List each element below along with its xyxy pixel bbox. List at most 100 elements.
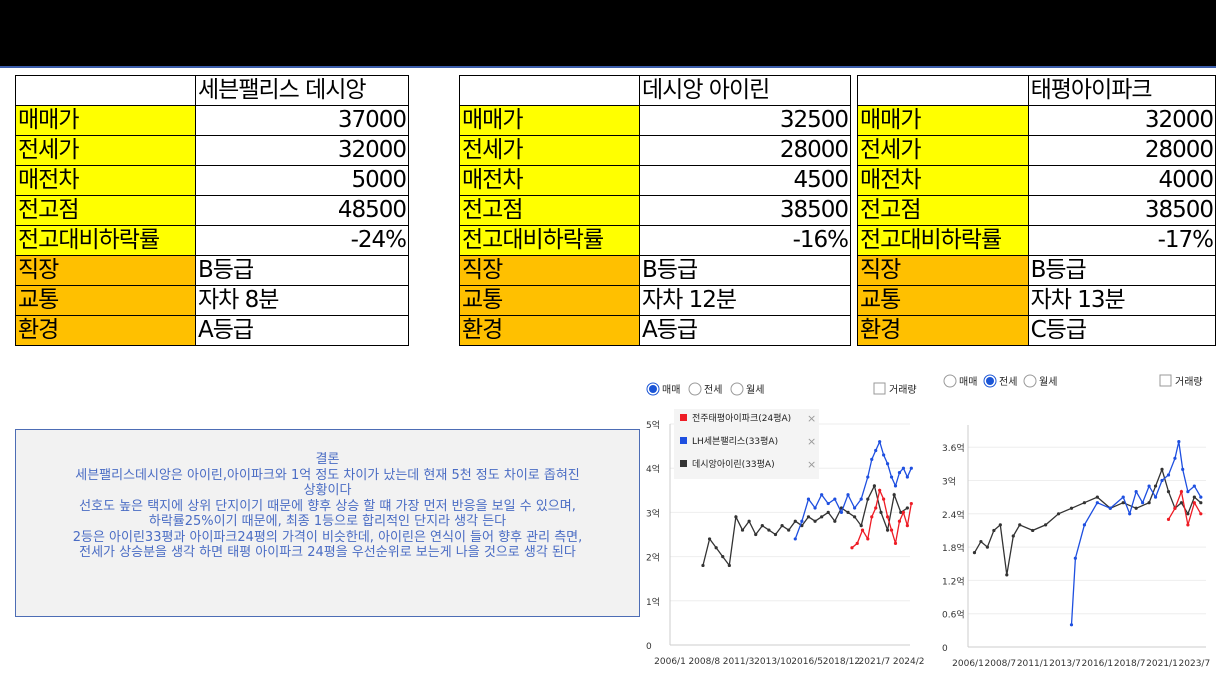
row-label-cell: 전고점 [857, 195, 1029, 226]
comparison-table-taepyeong: 태평아이파크 매매가 32000 전세가 28000 매전차 4000 전고점 38500 전고대… [857, 75, 1216, 346]
data-point [901, 510, 906, 514]
x-tick-label: 2011/1 [1017, 659, 1049, 669]
radio-월세-button[interactable] [730, 382, 744, 396]
row-value-cell: C등급 [1027, 315, 1216, 346]
radio-전세-button[interactable] [688, 382, 702, 396]
volume-checkbox[interactable] [873, 382, 886, 395]
data-point [1192, 501, 1196, 505]
title-bar [0, 0, 1216, 68]
data-point [1153, 495, 1158, 499]
row-value-cell: 38500 [1027, 195, 1216, 226]
x-tick-label: 2016/1 [1082, 659, 1114, 669]
data-point [1186, 490, 1190, 494]
table-row: 환경 C등급 [857, 315, 1216, 346]
row-label-cell: 전세가 [459, 135, 640, 166]
data-point [985, 545, 990, 549]
conclusion-line: 전세가 상승분을 생각 하면 태평 아이파크 24평을 우선순위로 보는게 나을… [79, 545, 576, 560]
radio-월세-button[interactable] [1023, 374, 1037, 388]
table-row: 환경 A등급 [15, 315, 409, 346]
data-point [1153, 484, 1158, 488]
legend-remove-icon[interactable]: × [807, 458, 816, 471]
data-point [1134, 490, 1138, 494]
legend-remove-icon[interactable]: × [807, 435, 816, 448]
data-point [1173, 456, 1177, 460]
legend-swatch [680, 437, 687, 444]
table-row: 매매가 32500 [459, 105, 851, 136]
row-value-cell: -17% [1027, 225, 1216, 256]
data-point [826, 510, 830, 514]
data-point [813, 519, 817, 523]
data-point [1179, 490, 1184, 494]
data-point [1160, 478, 1164, 483]
header-empty-cell [15, 75, 196, 106]
data-point [1134, 506, 1138, 510]
data-point [972, 551, 977, 555]
data-point [714, 546, 718, 550]
radio-selected-dot [986, 377, 994, 385]
jeonse-price-chart: 매매 전세 월세 거래량00.6억1.2억1.8억2.4억3억3.6억2006/1 20… [942, 374, 1210, 669]
y-tick-label: 0.6억 [942, 609, 965, 621]
data-point [874, 448, 878, 453]
x-tick-label: 2018/12 [823, 657, 860, 667]
data-point [889, 528, 894, 532]
data-point [787, 528, 791, 532]
row-label-cell: 전고대비하락률 [15, 225, 196, 256]
data-point [866, 537, 870, 541]
data-point [1082, 523, 1087, 527]
row-label-cell: 매전차 [857, 165, 1029, 196]
data-point [870, 457, 874, 461]
data-point [707, 537, 712, 541]
row-value-cell: 4500 [639, 165, 851, 196]
volume-checkbox[interactable] [1159, 374, 1172, 387]
data-point [839, 510, 844, 514]
data-point [1199, 512, 1203, 516]
x-tick-label: 2006/1 [654, 657, 686, 667]
conclusion-line: 하락률25%이기 때문에, 최종 1등으로 합리적인 단지라 생각 든다 [148, 514, 507, 529]
data-point [780, 524, 784, 528]
data-point [846, 493, 850, 497]
data-point [1147, 484, 1151, 488]
legend-remove-icon[interactable]: × [807, 412, 816, 425]
row-value-cell: 4000 [1027, 165, 1216, 196]
data-point [905, 475, 909, 479]
table-row: 매매가 37000 [15, 105, 409, 136]
row-value-cell: B등급 [1027, 255, 1216, 286]
data-point [893, 541, 898, 545]
data-point [806, 497, 811, 501]
radio-selected-dot [649, 385, 657, 393]
data-point [846, 510, 850, 514]
y-tick-label: 1.2억 [942, 575, 965, 587]
data-point [874, 506, 878, 510]
radio-매매-button[interactable] [943, 374, 957, 388]
y-tick-label: 1.8억 [942, 542, 965, 554]
data-point [901, 466, 906, 470]
data-point [866, 497, 870, 501]
data-point [866, 475, 870, 479]
data-point [897, 519, 902, 523]
data-point [820, 515, 824, 519]
table-row: 전세가 32000 [15, 135, 409, 166]
data-point [850, 546, 854, 550]
data-point [1005, 573, 1009, 577]
data-point [1073, 556, 1077, 560]
table-header-row: 태평아이파크 [857, 75, 1216, 106]
x-tick-label: 2008/8 [688, 657, 720, 667]
x-tick-label: 2013/7 [1049, 659, 1081, 669]
row-value-cell: -24% [195, 225, 409, 256]
data-point [1128, 512, 1132, 516]
row-value-cell: 48500 [195, 195, 409, 226]
row-value-cell: 32000 [1027, 105, 1216, 136]
y-tick-label: 3.6억 [942, 442, 965, 454]
complex-name-cell: 태평아이파크 [1027, 75, 1216, 106]
y-tick-label: 3억 [646, 507, 660, 519]
row-value-cell: 자차 13분 [1027, 285, 1216, 316]
data-point [992, 528, 996, 533]
data-point [1095, 501, 1099, 505]
data-point [1160, 467, 1164, 471]
data-point [806, 515, 811, 519]
conclusion-line: 상황이다 [303, 483, 352, 498]
data-point [1082, 501, 1087, 505]
row-label-cell: 전고점 [459, 195, 640, 226]
comparison-table-irin: 데시앙 아이린 매매가 32500 전세가 28000 매전차 4500 전고점 38500 전고… [459, 75, 851, 346]
row-value-cell: 자차 12분 [639, 285, 851, 316]
